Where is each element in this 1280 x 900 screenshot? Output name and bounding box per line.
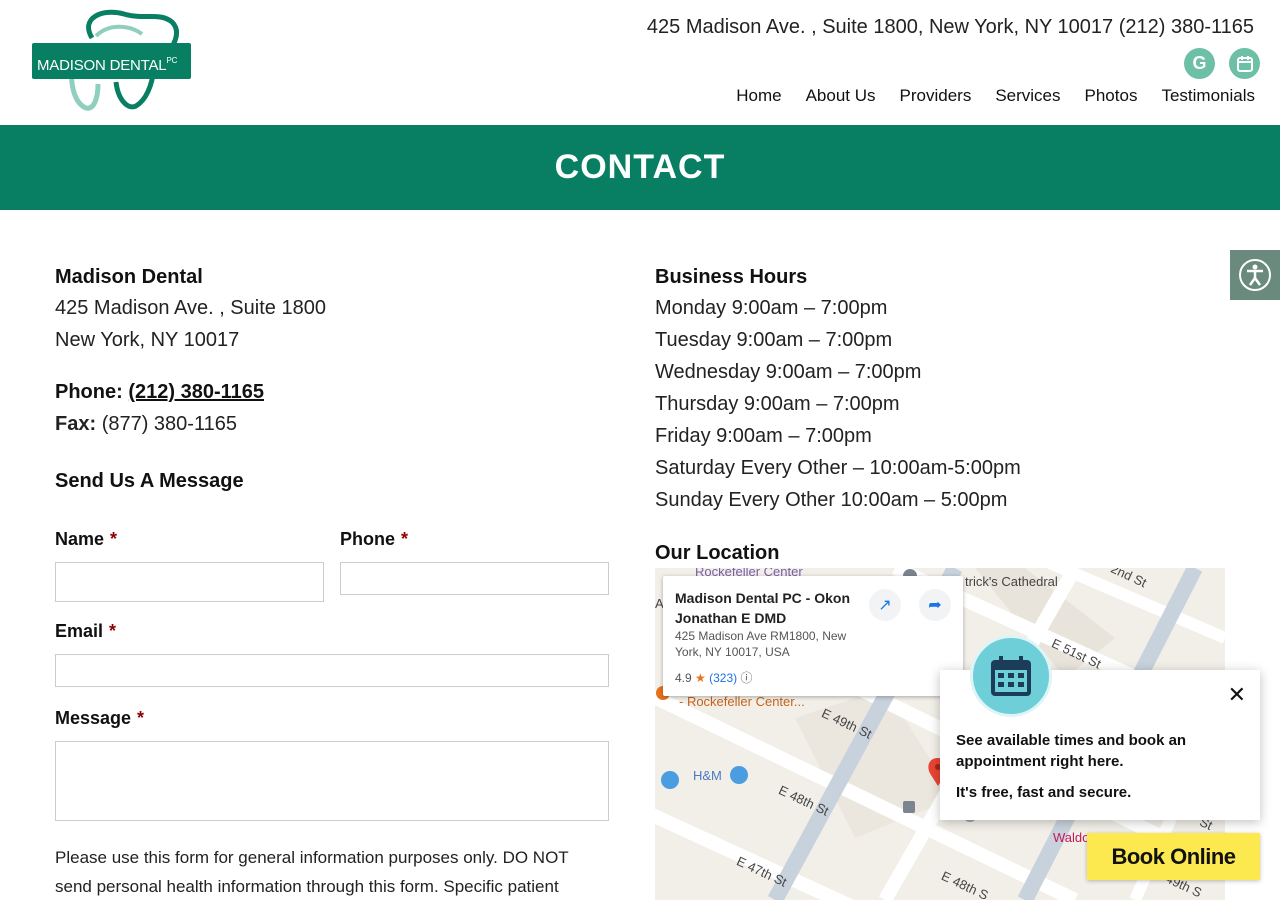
nav-photos[interactable]: Photos xyxy=(1085,86,1138,106)
site-header: MADISON DENTALPC 425 Madison Ave. , Suit… xyxy=(0,0,1280,125)
map-label-hm: H&M xyxy=(693,768,722,783)
accessibility-button[interactable] xyxy=(1230,250,1280,300)
name-input[interactable] xyxy=(55,562,324,602)
open-in-maps-icon[interactable]: ↗ xyxy=(869,589,901,621)
map-label-cathedral: trick's Cathedral xyxy=(965,574,1058,589)
map-label-rockefeller: - Rockefeller Center... xyxy=(679,694,805,709)
booking-popup: ✕ See available times and book an appoin… xyxy=(940,635,1260,820)
location-title: Our Location xyxy=(655,542,780,564)
map-card-rating: 4.9 ★ (323) ⓘ xyxy=(675,671,753,685)
hours-item: Sunday Every Other 10:00am – 5:00pm xyxy=(655,489,1008,511)
directions-icon[interactable]: ➦ xyxy=(919,589,951,621)
close-icon[interactable]: ✕ xyxy=(1228,684,1246,706)
review-count-link[interactable]: (323) xyxy=(709,671,737,685)
booking-subtext: It's free, fast and secure. xyxy=(956,784,1132,801)
phone-line: Phone: (212) 380-1165 xyxy=(55,376,609,408)
contact-column: Madison Dental 425 Madison Ave. , Suite … xyxy=(55,262,609,900)
fax-line: Fax: (877) 380-1165 xyxy=(55,408,609,440)
page-banner: CONTACT xyxy=(0,125,1280,210)
message-label: Message * xyxy=(55,708,145,728)
hours-title: Business Hours xyxy=(655,266,808,288)
fax-number: (877) 380-1165 xyxy=(101,413,237,435)
address-line-2: New York, NY 10017 xyxy=(55,329,240,351)
practice-name: Madison Dental xyxy=(55,266,203,288)
map-card-title: Madison Dental PC - Okon Jonathan E DMD xyxy=(675,590,851,626)
calendar-icon xyxy=(970,635,1052,717)
site-logo[interactable]: MADISON DENTALPC xyxy=(32,8,192,112)
hours-list: Monday 9:00am – 7:00pm Tuesday 9:00am – … xyxy=(655,292,1225,516)
star-icon: ★ xyxy=(695,671,706,685)
info-icon: ⓘ xyxy=(740,671,753,685)
form-notice: Please use this form for general informa… xyxy=(55,848,569,896)
nav-providers[interactable]: Providers xyxy=(900,86,972,106)
nav-services[interactable]: Services xyxy=(995,86,1060,106)
hours-column: Business Hours Monday 9:00am – 7:00pm Tu… xyxy=(655,262,1225,568)
logo-text: MADISON DENTALPC xyxy=(37,56,178,74)
hours-item: Saturday Every Other – 10:00am-5:00pm xyxy=(655,457,1021,479)
book-online-button[interactable]: Book Online xyxy=(1087,833,1260,880)
map-card-address: 425 Madison Ave RM1800, New York, NY 100… xyxy=(675,629,847,659)
nav-testimonials[interactable]: Testimonials xyxy=(1161,86,1255,106)
hours-item: Wednesday 9:00am – 7:00pm xyxy=(655,361,922,383)
name-label: Name * xyxy=(55,529,118,549)
hours-item: Thursday 9:00am – 7:00pm xyxy=(655,393,900,415)
page-title: CONTACT xyxy=(554,148,726,186)
fax-label: Fax: xyxy=(55,413,97,435)
header-contact-line[interactable]: 425 Madison Ave. , Suite 1800, New York,… xyxy=(647,16,1254,39)
logo-band: MADISON DENTALPC xyxy=(32,43,191,79)
accessibility-icon xyxy=(1239,259,1271,291)
hours-item: Tuesday 9:00am – 7:00pm xyxy=(655,329,893,351)
nav-home[interactable]: Home xyxy=(736,86,781,106)
main-nav: Home About Us Providers Services Photos … xyxy=(736,86,1255,106)
booking-text: See available times and book an appointm… xyxy=(956,732,1187,770)
form-title: Send Us A Message xyxy=(55,470,244,492)
phone-label: Phone: xyxy=(55,381,123,403)
email-label: Email * xyxy=(55,621,117,641)
hours-item: Monday 9:00am – 7:00pm xyxy=(655,297,888,319)
google-icon[interactable]: G xyxy=(1184,48,1215,79)
email-input[interactable] xyxy=(55,654,609,687)
calendar-icon[interactable] xyxy=(1229,48,1260,79)
address-line-1: 425 Madison Ave. , Suite 1800 xyxy=(55,297,326,319)
contact-form: Name * Phone * Email * Message * Please use … xyxy=(55,526,609,900)
phone-input[interactable] xyxy=(340,562,609,595)
map-label-waldo: Waldo xyxy=(1053,830,1090,845)
phone-link[interactable]: (212) 380-1165 xyxy=(128,381,264,403)
nav-about-us[interactable]: About Us xyxy=(806,86,876,106)
phone-label-field: Phone * xyxy=(340,529,409,549)
hours-item: Friday 9:00am – 7:00pm xyxy=(655,425,872,447)
map-info-card: Madison Dental PC - Okon Jonathan E DMD … xyxy=(663,576,963,696)
message-textarea[interactable] xyxy=(55,741,609,821)
